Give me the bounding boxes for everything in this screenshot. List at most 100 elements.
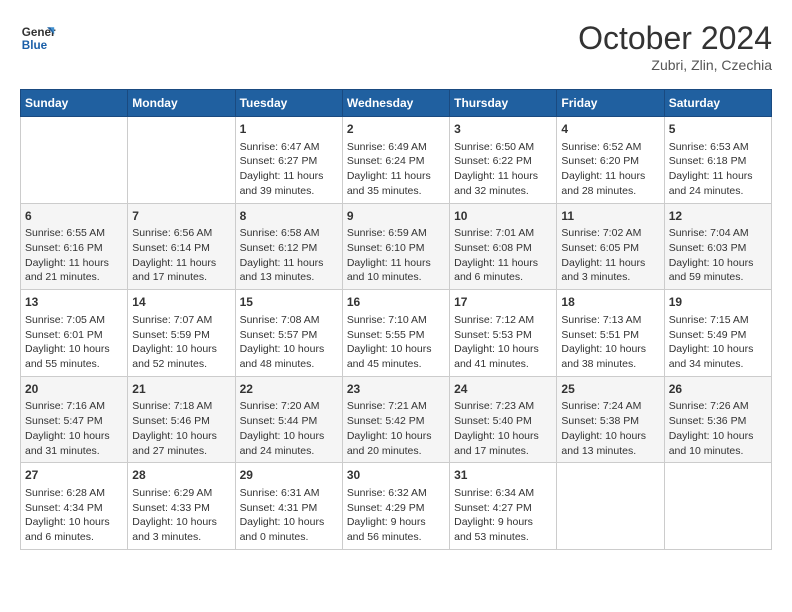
day-number: 8 [240, 208, 338, 225]
day-info: Sunrise: 6:59 AM Sunset: 6:10 PM Dayligh… [347, 226, 445, 285]
day-info: Sunrise: 7:02 AM Sunset: 6:05 PM Dayligh… [561, 226, 659, 285]
day-info: Sunrise: 7:26 AM Sunset: 5:36 PM Dayligh… [669, 399, 767, 458]
day-number: 10 [454, 208, 552, 225]
calendar-cell [21, 117, 128, 204]
calendar-cell: 2Sunrise: 6:49 AM Sunset: 6:24 PM Daylig… [342, 117, 449, 204]
calendar-cell: 8Sunrise: 6:58 AM Sunset: 6:12 PM Daylig… [235, 203, 342, 290]
day-number: 24 [454, 381, 552, 398]
calendar-cell: 26Sunrise: 7:26 AM Sunset: 5:36 PM Dayli… [664, 376, 771, 463]
day-info: Sunrise: 7:10 AM Sunset: 5:55 PM Dayligh… [347, 313, 445, 372]
day-info: Sunrise: 7:20 AM Sunset: 5:44 PM Dayligh… [240, 399, 338, 458]
day-number: 15 [240, 294, 338, 311]
day-number: 4 [561, 121, 659, 138]
day-info: Sunrise: 6:50 AM Sunset: 6:22 PM Dayligh… [454, 140, 552, 199]
day-number: 13 [25, 294, 123, 311]
day-number: 7 [132, 208, 230, 225]
calendar-cell: 4 Sunrise: 6:52 AM Sunset: 6:20 PM Daylig… [557, 117, 664, 204]
day-info: Sunrise: 7:24 AM Sunset: 5:38 PM Dayligh… [561, 399, 659, 458]
day-info: Sunrise: 7:04 AM Sunset: 6:03 PM Dayligh… [669, 226, 767, 285]
calendar-cell [128, 117, 235, 204]
calendar-cell: 16 Sunrise: 7:10 AM Sunset: 5:55 PM Dayli… [342, 290, 449, 377]
calendar-cell: 25Sunrise: 7:24 AM Sunset: 5:38 PM Dayli… [557, 376, 664, 463]
day-number: 17 [454, 294, 552, 311]
calendar-cell: 3 Sunrise: 6:50 AM Sunset: 6:22 PM Daylig… [450, 117, 557, 204]
day-info: Sunrise: 6:55 AM Sunset: 6:16 PM Dayligh… [25, 226, 123, 285]
calendar-cell [557, 463, 664, 550]
day-number: 14 [132, 294, 230, 311]
day-info: Sunrise: 7:21 AM Sunset: 5:42 PM Dayligh… [347, 399, 445, 458]
calendar-cell: 1Sunrise: 6:47 AM Sunset: 6:27 PM Daylig… [235, 117, 342, 204]
day-number: 2 [347, 121, 445, 138]
day-info: Sunrise: 6:56 AM Sunset: 6:14 PM Dayligh… [132, 226, 230, 285]
calendar-cell: 23Sunrise: 7:21 AM Sunset: 5:42 PM Dayli… [342, 376, 449, 463]
day-number: 9 [347, 208, 445, 225]
day-number: 22 [240, 381, 338, 398]
day-number: 28 [132, 467, 230, 484]
day-info: Sunrise: 6:58 AM Sunset: 6:12 PM Dayligh… [240, 226, 338, 285]
calendar-cell: 28 Sunrise: 6:29 AM Sunset: 4:33 PM Dayli… [128, 463, 235, 550]
logo: General Blue [20, 20, 56, 56]
day-number: 19 [669, 294, 767, 311]
day-number: 5 [669, 121, 767, 138]
calendar-cell: 15 Sunrise: 7:08 AM Sunset: 5:57 PM Dayli… [235, 290, 342, 377]
calendar-week-2: 6Sunrise: 6:55 AM Sunset: 6:16 PM Daylig… [21, 203, 772, 290]
day-info: Sunrise: 7:13 AM Sunset: 5:51 PM Dayligh… [561, 313, 659, 372]
calendar-cell: 13 Sunrise: 7:05 AM Sunset: 6:01 PM Dayli… [21, 290, 128, 377]
logo-icon: General Blue [20, 20, 56, 56]
calendar-cell: 29Sunrise: 6:31 AM Sunset: 4:31 PM Dayli… [235, 463, 342, 550]
weekday-header-monday: Monday [128, 90, 235, 117]
day-number: 26 [669, 381, 767, 398]
day-number: 30 [347, 467, 445, 484]
calendar-cell: 17 Sunrise: 7:12 AM Sunset: 5:53 PM Dayli… [450, 290, 557, 377]
weekday-header-friday: Friday [557, 90, 664, 117]
day-info: Sunrise: 6:29 AM Sunset: 4:33 PM Dayligh… [132, 486, 230, 545]
day-number: 12 [669, 208, 767, 225]
weekday-header-thursday: Thursday [450, 90, 557, 117]
weekday-header-wednesday: Wednesday [342, 90, 449, 117]
day-info: Sunrise: 6:53 AM Sunset: 6:18 PM Dayligh… [669, 140, 767, 199]
svg-text:Blue: Blue [22, 39, 48, 52]
day-number: 23 [347, 381, 445, 398]
calendar-cell: 7Sunrise: 6:56 AM Sunset: 6:14 PM Daylig… [128, 203, 235, 290]
day-info: Sunrise: 6:31 AM Sunset: 4:31 PM Dayligh… [240, 486, 338, 545]
day-number: 27 [25, 467, 123, 484]
day-info: Sunrise: 6:52 AM Sunset: 6:20 PM Dayligh… [561, 140, 659, 199]
calendar-cell: 5 Sunrise: 6:53 AM Sunset: 6:18 PM Daylig… [664, 117, 771, 204]
day-info: Sunrise: 7:18 AM Sunset: 5:46 PM Dayligh… [132, 399, 230, 458]
day-info: Sunrise: 7:08 AM Sunset: 5:57 PM Dayligh… [240, 313, 338, 372]
calendar-cell: 10Sunrise: 7:01 AM Sunset: 6:08 PM Dayli… [450, 203, 557, 290]
weekday-header-sunday: Sunday [21, 90, 128, 117]
day-info: Sunrise: 7:01 AM Sunset: 6:08 PM Dayligh… [454, 226, 552, 285]
calendar-cell: 11Sunrise: 7:02 AM Sunset: 6:05 PM Dayli… [557, 203, 664, 290]
calendar-cell: 21Sunrise: 7:18 AM Sunset: 5:46 PM Dayli… [128, 376, 235, 463]
calendar-cell: 30 Sunrise: 6:32 AM Sunset: 4:29 PM Dayli… [342, 463, 449, 550]
day-number: 25 [561, 381, 659, 398]
calendar-week-5: 27 Sunrise: 6:28 AM Sunset: 4:34 PM Dayli… [21, 463, 772, 550]
location-subtitle: Zubri, Zlin, Czechia [578, 57, 772, 73]
day-info: Sunrise: 7:16 AM Sunset: 5:47 PM Dayligh… [25, 399, 123, 458]
day-number: 11 [561, 208, 659, 225]
day-number: 16 [347, 294, 445, 311]
day-info: Sunrise: 7:12 AM Sunset: 5:53 PM Dayligh… [454, 313, 552, 372]
calendar-cell: 27 Sunrise: 6:28 AM Sunset: 4:34 PM Dayli… [21, 463, 128, 550]
page-header: General Blue October 2024 Zubri, Zlin, C… [20, 20, 772, 73]
calendar-cell: 31Sunrise: 6:34 AM Sunset: 4:27 PM Dayli… [450, 463, 557, 550]
day-info: Sunrise: 7:05 AM Sunset: 6:01 PM Dayligh… [25, 313, 123, 372]
weekday-header-saturday: Saturday [664, 90, 771, 117]
weekday-header-tuesday: Tuesday [235, 90, 342, 117]
calendar-cell: 20Sunrise: 7:16 AM Sunset: 5:47 PM Dayli… [21, 376, 128, 463]
day-info: Sunrise: 6:28 AM Sunset: 4:34 PM Dayligh… [25, 486, 123, 545]
calendar-cell: 24Sunrise: 7:23 AM Sunset: 5:40 PM Dayli… [450, 376, 557, 463]
calendar-week-4: 20Sunrise: 7:16 AM Sunset: 5:47 PM Dayli… [21, 376, 772, 463]
month-title: October 2024 [578, 20, 772, 57]
title-block: October 2024 Zubri, Zlin, Czechia [578, 20, 772, 73]
day-info: Sunrise: 7:15 AM Sunset: 5:49 PM Dayligh… [669, 313, 767, 372]
calendar-cell: 6Sunrise: 6:55 AM Sunset: 6:16 PM Daylig… [21, 203, 128, 290]
calendar-cell: 18 Sunrise: 7:13 AM Sunset: 5:51 PM Dayli… [557, 290, 664, 377]
day-info: Sunrise: 6:32 AM Sunset: 4:29 PM Dayligh… [347, 486, 445, 545]
day-info: Sunrise: 6:47 AM Sunset: 6:27 PM Dayligh… [240, 140, 338, 199]
calendar-cell [664, 463, 771, 550]
calendar-cell: 9Sunrise: 6:59 AM Sunset: 6:10 PM Daylig… [342, 203, 449, 290]
day-number: 18 [561, 294, 659, 311]
day-number: 3 [454, 121, 552, 138]
